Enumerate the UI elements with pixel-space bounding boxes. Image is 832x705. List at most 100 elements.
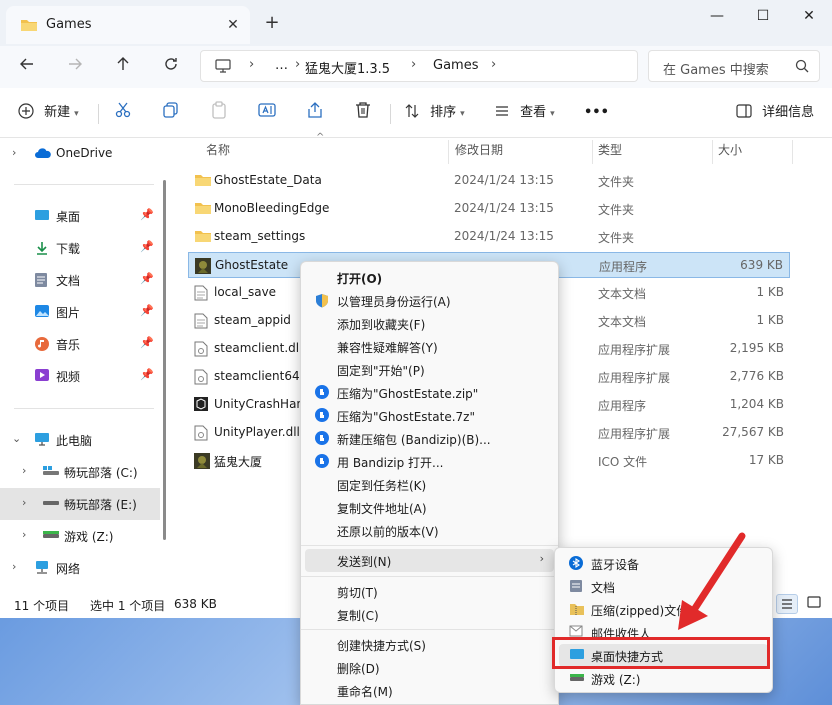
new-tab-button[interactable]: +	[260, 12, 284, 36]
rename-icon[interactable]	[258, 101, 276, 125]
file-date: 2024/1/24 13:15	[454, 173, 554, 187]
copy-icon[interactable]	[162, 101, 180, 125]
maximize-button[interactable]: ☐	[740, 4, 786, 30]
pin-icon[interactable]: 📌	[140, 208, 154, 221]
nav-divider	[14, 184, 154, 185]
menu-item-delete[interactable]: 删除(D)	[305, 656, 554, 679]
file-type: 文本文档	[598, 315, 647, 329]
sort-icon	[405, 104, 419, 118]
menu-item-copy-path[interactable]: 复制文件地址(A)	[305, 496, 554, 519]
nav-item-music[interactable]: 音乐 📌	[0, 328, 160, 360]
menu-item-restore-versions[interactable]: 还原以前的版本(V)	[305, 519, 554, 542]
pin-icon[interactable]: 📌	[140, 304, 154, 317]
menu-item-compress-zip[interactable]: 压缩为"GhostEstate.zip"	[305, 381, 554, 404]
navigation-pane: › OneDrive 桌面 📌 下载 📌 文档 📌 图片 📌 音乐 📌 视频 📌…	[0, 138, 160, 590]
nav-item-pictures[interactable]: 图片 📌	[0, 296, 160, 328]
view-button[interactable]: 查看 ▾	[494, 101, 555, 125]
chevron-right-icon[interactable]: ›	[22, 528, 26, 541]
selected-count: 选中 1 个项目	[90, 599, 166, 613]
menu-item-open-bandizip[interactable]: 用 Bandizip 打开...	[305, 450, 554, 473]
nav-item-desktop[interactable]: 桌面 📌	[0, 200, 160, 232]
column-header-date[interactable]: 修改日期	[455, 138, 503, 164]
forward-arrow-icon[interactable]	[60, 52, 90, 82]
minimize-button[interactable]: —	[694, 4, 740, 30]
bandizip-icon	[315, 454, 329, 471]
chevron-right-icon[interactable]: ›	[22, 464, 26, 477]
more-options-button[interactable]: •••	[584, 101, 609, 125]
pin-icon[interactable]: 📌	[140, 240, 154, 253]
pin-icon[interactable]: 📌	[140, 368, 154, 381]
breadcrumb-separator: ›	[249, 57, 255, 72]
menu-item-send-to[interactable]: 发送到(N) ›	[305, 549, 554, 572]
menu-item-new-archive[interactable]: 新建压缩包 (Bandizip)(B)...	[305, 427, 554, 450]
nav-item-videos[interactable]: 视频 📌	[0, 360, 160, 392]
sort-button[interactable]: 排序 ▾	[404, 101, 465, 125]
address-bar[interactable]: › … › 猛鬼大厦1.3.5 › Games ›	[200, 50, 638, 82]
refresh-icon[interactable]	[156, 52, 186, 82]
column-header-name[interactable]: 名称	[206, 138, 230, 164]
nav-item-downloads[interactable]: 下载 📌	[0, 232, 160, 264]
cut-icon[interactable]	[114, 101, 132, 125]
file-type: 应用程序扩展	[598, 343, 671, 357]
menu-item-compatibility[interactable]: 兼容性疑难解答(Y)	[305, 335, 554, 358]
chevron-right-icon[interactable]: ›	[12, 560, 16, 573]
column-header-size[interactable]: 大小	[718, 138, 742, 164]
nav-item-drive-c[interactable]: › 畅玩部落 (C:)	[0, 456, 160, 488]
pin-icon[interactable]: 📌	[140, 336, 154, 349]
details-label: 详细信息	[762, 105, 815, 120]
tiles-view-icon[interactable]	[804, 594, 826, 614]
menu-item-cut[interactable]: 剪切(T)	[305, 580, 554, 603]
folder-icon	[194, 229, 212, 246]
chevron-right-icon[interactable]: ›	[22, 496, 26, 509]
menu-item-pin-start[interactable]: 固定到"开始"(P)	[305, 358, 554, 381]
nav-item-drive-e[interactable]: › 畅玩部落 (E:)	[0, 488, 160, 520]
details-view-icon[interactable]	[776, 594, 798, 614]
delete-icon[interactable]	[354, 101, 372, 125]
file-row[interactable]: steam_settings 2024/1/24 13:15 文件夹	[188, 224, 790, 250]
breadcrumb-folder[interactable]: 猛鬼大厦1.3.5	[305, 58, 390, 77]
menu-item-compress-7z[interactable]: 压缩为"GhostEstate.7z"	[305, 404, 554, 427]
chevron-right-icon[interactable]: ›	[12, 146, 16, 159]
nav-item-network[interactable]: › 网络	[0, 552, 160, 584]
column-divider[interactable]	[592, 140, 593, 164]
navigation-row: › … › 猛鬼大厦1.3.5 › Games › 在 Games 中搜索	[0, 46, 832, 88]
menu-label: 固定到任务栏(K)	[337, 479, 427, 493]
pin-icon[interactable]: 📌	[140, 272, 154, 285]
details-pane-button[interactable]: 详细信息	[736, 101, 814, 125]
menu-item-rename[interactable]: 重命名(M)	[305, 679, 554, 702]
nav-item-documents[interactable]: 文档 📌	[0, 264, 160, 296]
file-row[interactable]: MonoBleedingEdge 2024/1/24 13:15 文件夹	[188, 196, 790, 222]
breadcrumb-current[interactable]: Games	[433, 58, 478, 73]
menu-item-pin-taskbar[interactable]: 固定到任务栏(K)	[305, 473, 554, 496]
back-arrow-icon[interactable]	[12, 52, 42, 82]
close-tab-icon[interactable]: ✕	[222, 14, 244, 36]
paste-icon[interactable]	[210, 101, 228, 125]
menu-label: 文档	[591, 581, 616, 595]
nav-item-this-pc[interactable]: ⌄ 此电脑	[0, 424, 160, 456]
nav-item-onedrive[interactable]: › OneDrive	[0, 138, 160, 170]
file-row[interactable]: GhostEstate_Data 2024/1/24 13:15 文件夹	[188, 168, 790, 194]
share-icon[interactable]	[306, 101, 324, 125]
menu-item-run-as-admin[interactable]: 以管理员身份运行(A)	[305, 289, 554, 312]
chevron-down-icon[interactable]: ⌄	[12, 432, 21, 445]
search-input[interactable]: 在 Games 中搜索	[648, 50, 820, 82]
menu-item-create-shortcut[interactable]: 创建快捷方式(S)	[305, 633, 554, 656]
nav-item-drive-z[interactable]: › 游戏 (Z:)	[0, 520, 160, 552]
column-divider[interactable]	[448, 140, 449, 164]
drive-icon	[42, 496, 60, 511]
zip-folder-icon	[569, 602, 585, 619]
column-header-type[interactable]: 类型	[598, 138, 622, 164]
up-arrow-icon[interactable]	[108, 52, 138, 82]
menu-item-copy[interactable]: 复制(C)	[305, 603, 554, 626]
close-window-button[interactable]: ✕	[786, 4, 832, 30]
file-name: UnityCrashHan	[214, 397, 305, 411]
breadcrumb-more[interactable]: …	[275, 58, 288, 73]
menu-item-open[interactable]: 打开(O)	[305, 266, 554, 289]
tab-games[interactable]: Games ✕	[6, 6, 250, 44]
column-divider[interactable]	[792, 140, 793, 164]
new-button[interactable]: 新建 ▾	[18, 101, 79, 125]
send-to-drive-z[interactable]: 游戏 (Z:)	[559, 667, 768, 690]
column-divider[interactable]	[712, 140, 713, 164]
menu-item-add-favorites[interactable]: 添加到收藏夹(F)	[305, 312, 554, 335]
nav-scrollbar[interactable]	[163, 180, 166, 540]
